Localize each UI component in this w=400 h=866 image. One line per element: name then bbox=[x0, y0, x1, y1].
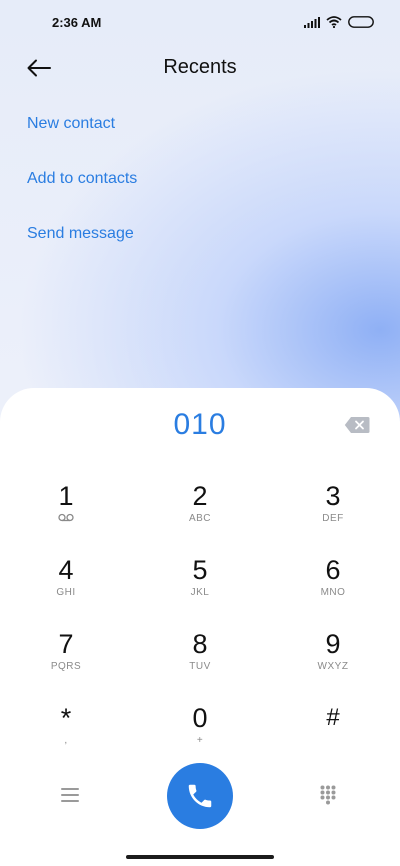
key-digit: 1 bbox=[58, 481, 74, 511]
key-hash[interactable]: # bbox=[283, 703, 383, 765]
key-letters: TUV bbox=[189, 661, 211, 672]
key-digit: 7 bbox=[58, 629, 74, 659]
menu-icon bbox=[61, 788, 79, 802]
header: Recents bbox=[0, 48, 400, 88]
key-4[interactable]: 4 GHI bbox=[16, 555, 116, 617]
dialpad-icon bbox=[320, 785, 336, 805]
key-8[interactable]: 8 TUV bbox=[150, 629, 250, 691]
key-digit: 6 bbox=[325, 555, 341, 585]
key-digit: 3 bbox=[325, 481, 341, 511]
dialpad-toggle-button[interactable] bbox=[320, 785, 336, 810]
key-digit: 4 bbox=[58, 555, 74, 585]
key-letters: JKL bbox=[190, 587, 210, 598]
key-1[interactable]: 1 bbox=[16, 481, 116, 543]
key-letters: ABC bbox=[188, 513, 212, 524]
key-digit: 8 bbox=[192, 629, 208, 659]
new-contact-link[interactable]: New contact bbox=[27, 115, 115, 133]
call-button[interactable] bbox=[167, 763, 233, 829]
key-0[interactable]: 0 + bbox=[150, 703, 250, 765]
page-title: Recents bbox=[163, 56, 237, 78]
add-to-contacts-link[interactable]: Add to contacts bbox=[27, 170, 137, 188]
signal-icon bbox=[304, 16, 320, 28]
backspace-button[interactable] bbox=[344, 416, 370, 434]
home-indicator bbox=[126, 855, 274, 859]
key-digit: 2 bbox=[192, 481, 208, 511]
key-letters: GHI bbox=[56, 587, 76, 598]
dialed-number: 010 bbox=[173, 408, 227, 441]
key-letters: PQRS bbox=[50, 661, 82, 672]
key-digit: 9 bbox=[325, 629, 341, 659]
voicemail-icon bbox=[16, 513, 116, 525]
key-digit: 5 bbox=[192, 555, 208, 585]
key-6[interactable]: 6 MNO bbox=[283, 555, 383, 617]
key-9[interactable]: 9 WXYZ bbox=[283, 629, 383, 691]
backspace-icon bbox=[344, 417, 370, 433]
send-message-link[interactable]: Send message bbox=[27, 225, 134, 243]
wifi-icon bbox=[326, 16, 342, 28]
key-letters: , bbox=[64, 735, 68, 746]
phone-icon bbox=[188, 784, 212, 808]
key-letters: WXYZ bbox=[317, 661, 349, 672]
key-letters: DEF bbox=[322, 513, 344, 524]
status-bar: 2:36 AM bbox=[0, 0, 400, 44]
key-3[interactable]: 3 DEF bbox=[283, 481, 383, 543]
key-5[interactable]: 5 JKL bbox=[150, 555, 250, 617]
key-digit: # bbox=[326, 704, 340, 731]
key-star[interactable]: * , bbox=[16, 703, 116, 765]
status-icons bbox=[304, 16, 374, 28]
status-time: 2:36 AM bbox=[52, 14, 102, 30]
key-digit: * bbox=[60, 703, 72, 733]
key-digit: 0 bbox=[192, 703, 208, 733]
key-letters: + bbox=[196, 735, 204, 746]
key-2[interactable]: 2 ABC bbox=[150, 481, 250, 543]
key-letters: MNO bbox=[320, 587, 346, 598]
menu-button[interactable] bbox=[61, 788, 79, 807]
battery-icon bbox=[348, 16, 374, 28]
key-7[interactable]: 7 PQRS bbox=[16, 629, 116, 691]
dialpad-sheet: 010 1 2 ABC 3 DEF 4 GHI 5 JKL 6 MNO 7 PQ… bbox=[0, 388, 400, 866]
